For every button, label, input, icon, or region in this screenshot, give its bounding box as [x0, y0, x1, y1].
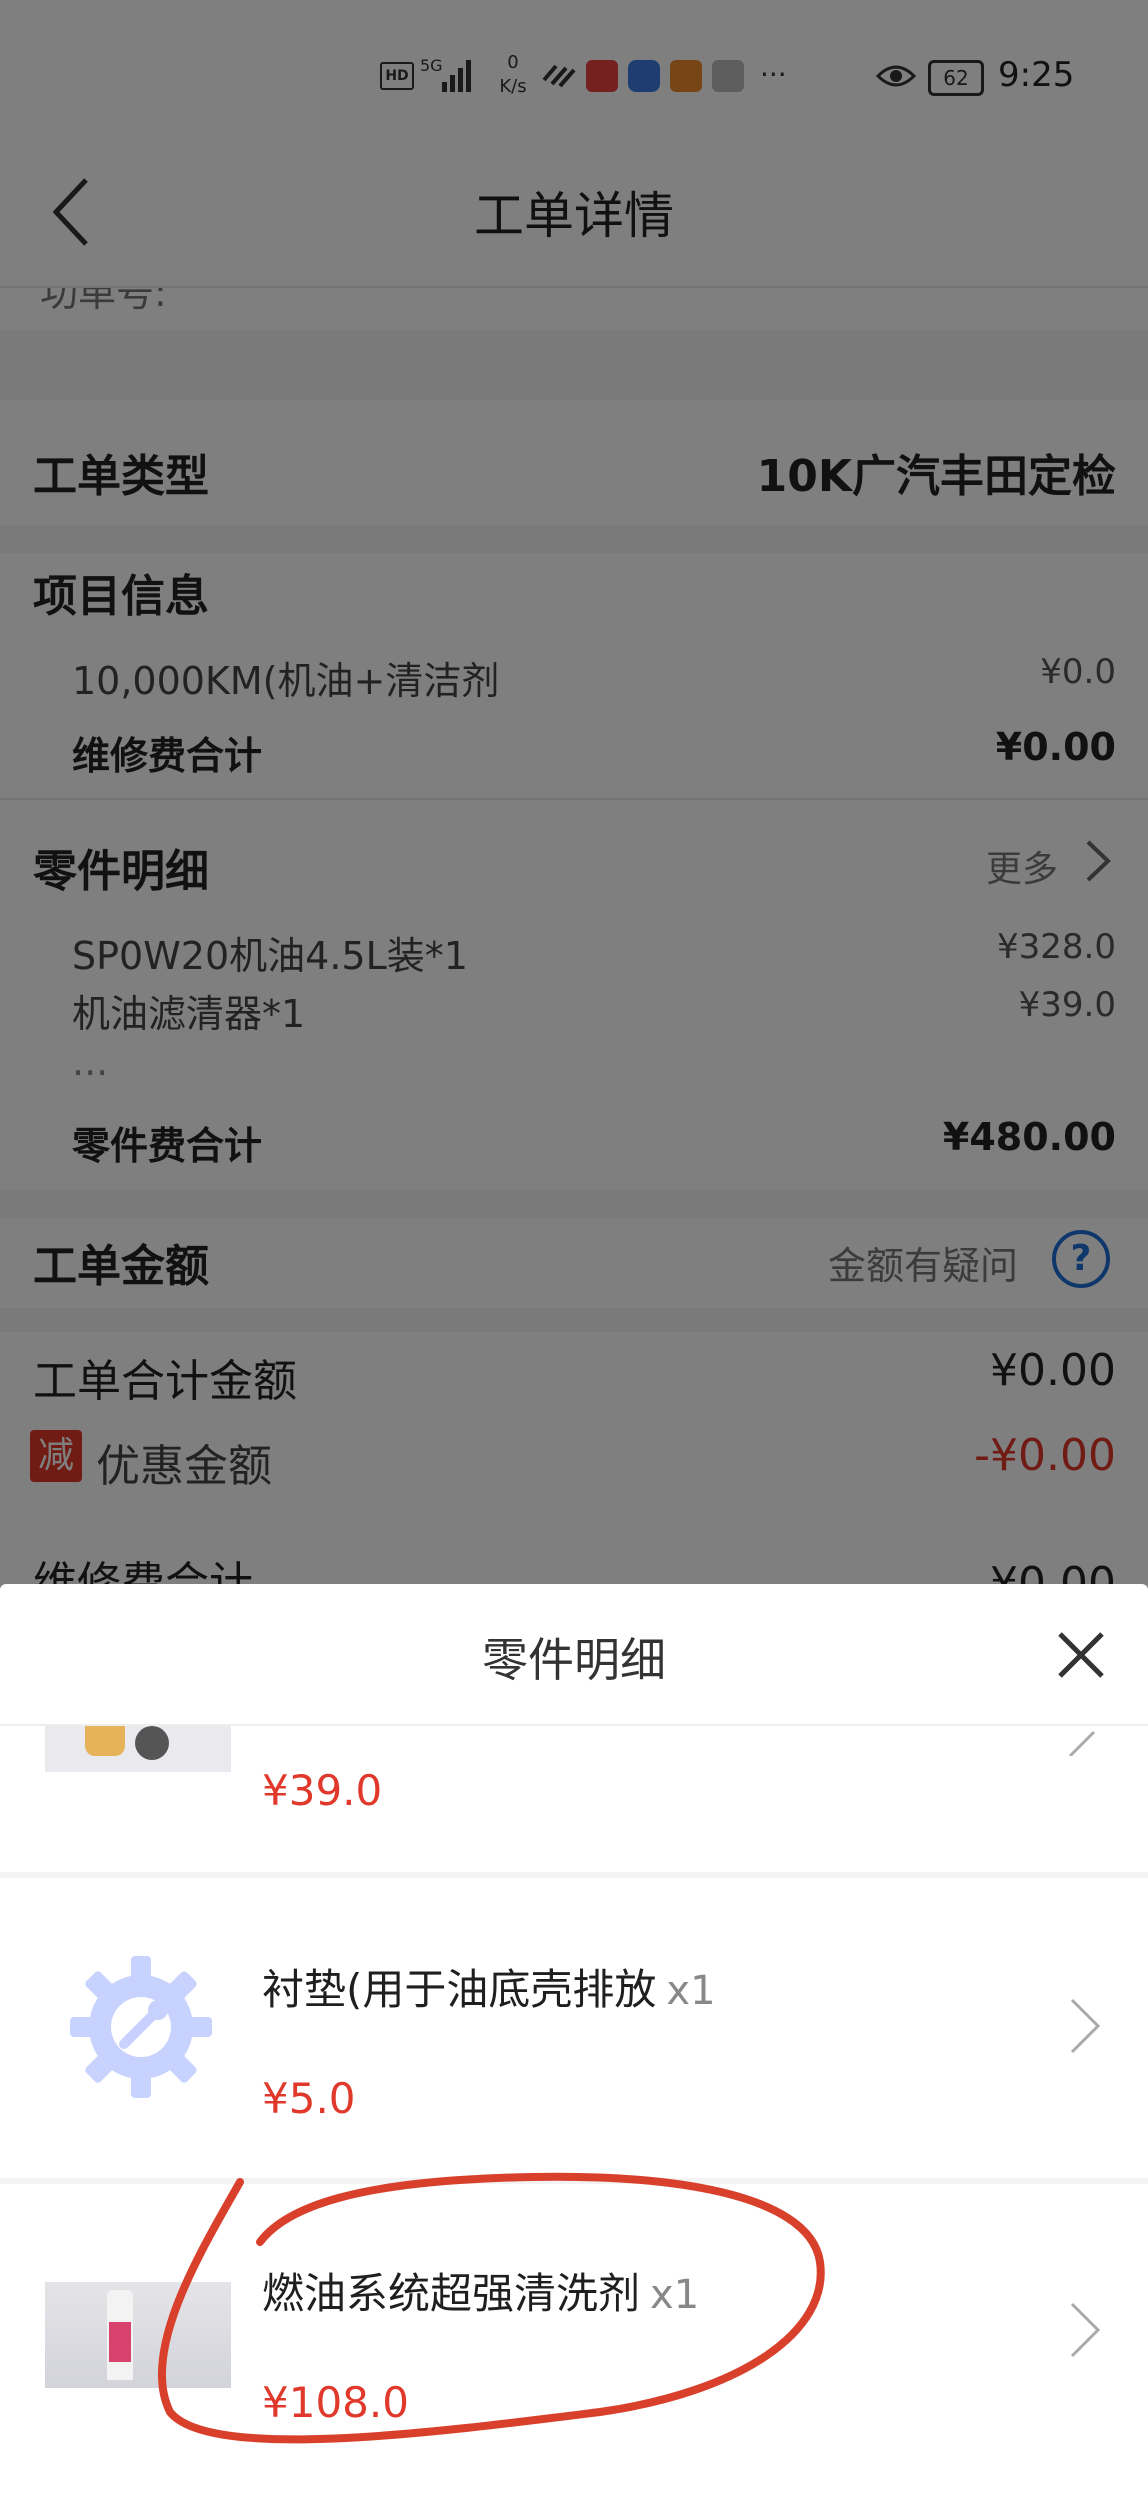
chevron-right-icon[interactable]: [1064, 1726, 1104, 1756]
gear-wrench-icon: [70, 1956, 212, 2098]
part-price: ¥5.0: [262, 2074, 356, 2123]
parts-detail-sheet: 零件明细 ¥39.0 衬垫(用于油底壳排放 x1 ¥5.0 燃油系统超强清洗剂 …: [0, 1584, 1148, 2493]
cleaner-bottle-label: [109, 2322, 131, 2362]
annotation-circle: [157, 2172, 825, 2444]
chevron-right-icon[interactable]: [1064, 1996, 1104, 2056]
part-name-row: 衬垫(用于油底壳排放 x1: [262, 1956, 716, 2017]
close-icon[interactable]: [1046, 1620, 1116, 1690]
part-price: ¥39.0: [262, 1766, 383, 1815]
part-quantity: x1: [666, 1968, 716, 2014]
oil-filter-image: [135, 1726, 169, 1760]
part-list-item[interactable]: 衬垫(用于油底壳排放 x1 ¥5.0: [0, 1878, 1148, 2178]
part-thumbnail: [45, 1726, 231, 1772]
part-list-item[interactable]: ¥39.0: [0, 1726, 1148, 1860]
part-name: 衬垫(用于油底壳排放: [262, 1965, 657, 2014]
chevron-right-icon[interactable]: [1064, 2300, 1104, 2360]
oil-filter-image: [85, 1726, 125, 1756]
sheet-title: 零件明细: [482, 1633, 666, 1687]
